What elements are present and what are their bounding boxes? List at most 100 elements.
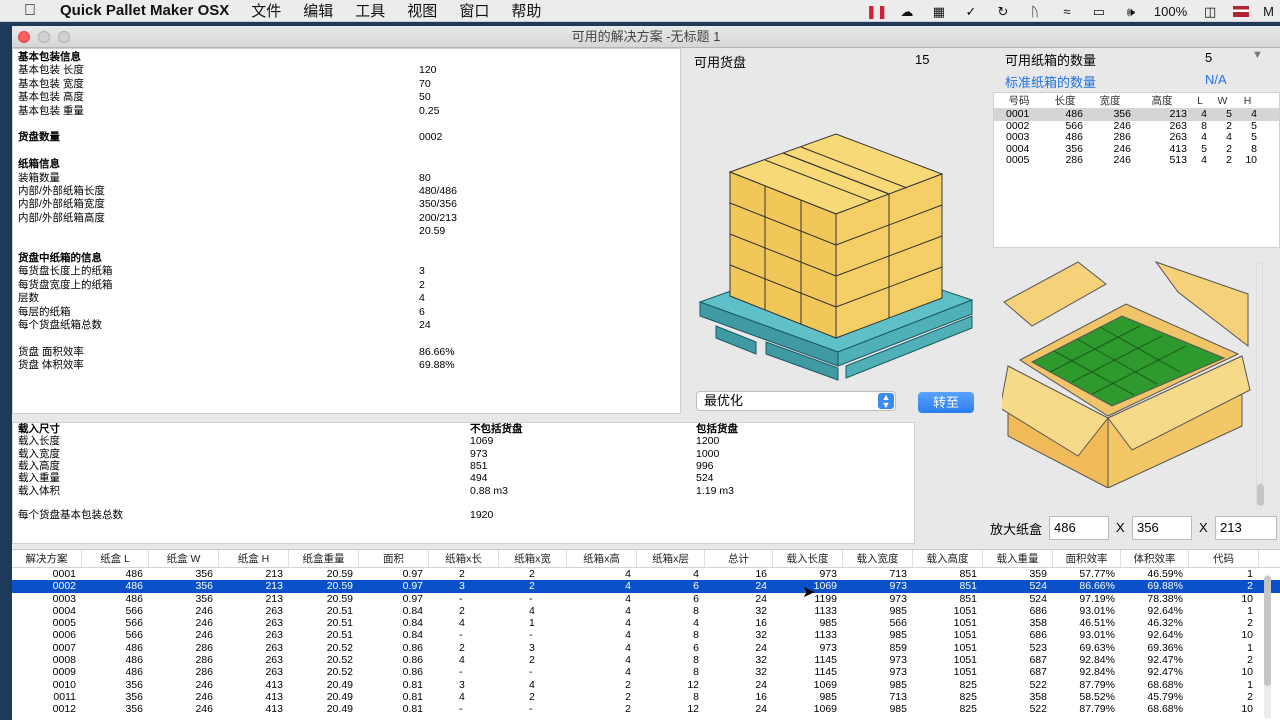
solutions-column-header[interactable]: 纸盒 W (149, 550, 219, 567)
zoom-height-input[interactable]: 213 (1215, 516, 1277, 540)
menu-app-name[interactable]: Quick Pallet Maker OSX (60, 2, 229, 19)
solutions-table-row[interactable]: 0007 486 286 263 20.52 0.86 2 3 4 6 24 973 859 1051 52… (12, 642, 1280, 654)
open-carton-view[interactable] (1002, 260, 1252, 488)
close-button[interactable] (18, 31, 30, 43)
info-row-value: 69.88% (419, 359, 455, 372)
chevron-down-icon[interactable]: ▼ (1252, 49, 1263, 61)
carton-column-header[interactable]: 高度 (1134, 93, 1190, 108)
solutions-table-cell: 523 (1029, 641, 1047, 654)
solutions-column-header[interactable]: 载入宽度 (843, 550, 913, 567)
solutions-column-header[interactable]: 纸箱x层 (637, 550, 705, 567)
menu-help[interactable]: 帮助 (511, 0, 541, 21)
solutions-table-cell: 0.81 (402, 678, 423, 691)
carton-table-row[interactable]: 0003 486 286 263 4 4 5 (994, 131, 1279, 144)
solutions-column-header[interactable]: 纸盒 H (219, 550, 289, 567)
solutions-table-row[interactable]: 0003 486 356 213 20.59 0.97- -4 6 24 1199 973 851 52… (12, 593, 1280, 605)
solutions-table-cell: 0.84 (402, 629, 423, 642)
menu-edit[interactable]: 编辑 (303, 0, 333, 21)
solutions-column-header[interactable]: 纸箱x高 (567, 550, 637, 567)
solutions-table-row[interactable]: 0004 566 246 263 20.51 0.84 2 4 4 8 32 1133 985 1051 6… (12, 605, 1280, 617)
app-window: 可用的解决方案 -无标题 1 基本包装信息 基本包装 长度 120 基本包装 宽度 70… (12, 26, 1280, 720)
solutions-column-header[interactable]: 纸盒重量 (289, 550, 359, 567)
carton-view-scrollbar[interactable] (1256, 262, 1263, 510)
solutions-column-header[interactable]: 代码 (1189, 550, 1259, 567)
load-row-label: 载入体积 (18, 484, 60, 497)
solutions-column-header[interactable]: 体积效率 (1121, 550, 1189, 567)
solutions-table-cell: 413 (265, 703, 283, 716)
goto-button[interactable]: 转至 (918, 392, 974, 413)
solutions-table-cell: 0007 (52, 641, 76, 654)
menu-view[interactable]: 视图 (407, 0, 437, 21)
airplay-icon[interactable]: ▭ (1090, 4, 1108, 19)
solutions-table-cell: 825 (959, 703, 977, 716)
solutions-column-header[interactable]: 总计 (705, 550, 773, 567)
cartons-standard-label[interactable]: 标准纸箱的数量 (1005, 72, 1096, 91)
solutions-table-cell: 985 (889, 678, 907, 691)
pallets-count: 15 (915, 52, 930, 67)
solutions-table-cell: 2 (625, 690, 631, 703)
zoom-length-input[interactable]: 486 (1049, 516, 1109, 540)
carton-table-row[interactable]: 0002 566 246 263 8 2 5 (994, 120, 1279, 133)
solutions-table-body: 0001 486 356 213 20.59 0.97 2 2 4 4 16 973 713 851 359… (12, 568, 1280, 716)
apple-icon[interactable]:  (0, 2, 60, 20)
solutions-column-header[interactable]: 面积效率 (1053, 550, 1121, 567)
menu-window[interactable]: 窗口 (459, 0, 489, 21)
load-info-panel: 载入尺寸 不包括货盘 包括货盘 载入长度 1069 1200 载入宽度 973 1000 载入高度… (12, 422, 915, 544)
carton-column-header[interactable]: 宽度 (1086, 93, 1134, 108)
check-icon[interactable]: ✓ (962, 4, 980, 19)
solutions-column-header[interactable]: 载入重量 (983, 550, 1053, 567)
solutions-table-cell: - (459, 666, 463, 679)
optimize-select[interactable]: 最优化 ▲ ▼ (696, 391, 896, 411)
menu-file[interactable]: 文件 (251, 0, 281, 21)
volume-icon[interactable]: 🕪 (1122, 4, 1140, 19)
carton-column-header[interactable]: 长度 (1044, 93, 1086, 108)
solutions-table[interactable]: 解决方案 纸盒 L 纸盒 W 纸盒 H 纸盒重量 面积 纸箱x长 纸箱x宽 纸箱x高 纸箱x层 总计… (12, 549, 1280, 720)
battery-icon[interactable]: ◫ (1201, 4, 1219, 19)
menu-tools[interactable]: 工具 (355, 0, 385, 21)
flag-icon[interactable] (1233, 5, 1250, 17)
pause-icon[interactable]: ❚❚ (866, 4, 888, 19)
solutions-table-row[interactable]: 0002 486 356 213 20.59 0.97 3 2 4 6 24 1069 973 851 52… (12, 580, 1280, 593)
carton-column-header[interactable]: 号码 (994, 93, 1044, 108)
solutions-table-row[interactable]: 0012 356 246 413 20.49 0.81 - - 2 12 24 1069 985 825 5… (12, 703, 1280, 715)
solutions-column-header[interactable]: 载入高度 (913, 550, 983, 567)
solutions-column-header[interactable]: 面积 (359, 550, 429, 567)
solutions-scroll-thumb[interactable] (1264, 576, 1271, 686)
info-row-label: 每货盘长度上的纸箱 (18, 265, 113, 278)
carton-view-scroll-thumb[interactable] (1257, 484, 1264, 506)
clock[interactable]: M (1263, 4, 1274, 19)
carton-table-row[interactable]: 0005 286 246 513 4 2 10 (994, 154, 1279, 167)
bluetooth-icon[interactable]: ᚢ (1026, 4, 1044, 19)
solutions-table-row[interactable]: 0009 486 286 263 20.52 0.86 - - 4 8 32 1145 973 1051 6… (12, 666, 1280, 678)
carton-table[interactable]: 号码 长度 宽度 高度 L W H 0001 486 356 213 4 5 4 0002 566 246 26… (993, 92, 1280, 248)
solutions-table-row[interactable]: 0011 356 246 413 20.49 0.81 4 2 2 8 16 985 713 825 358… (12, 691, 1280, 703)
pallet-3d-view[interactable] (696, 90, 976, 382)
solutions-column-header[interactable]: 解决方案 (12, 550, 82, 567)
minimize-button[interactable] (38, 31, 50, 43)
title-bar[interactable]: 可用的解决方案 -无标题 1 (12, 26, 1280, 48)
solutions-table-row[interactable]: 0001 486 356 213 20.59 0.97 2 2 4 4 16 973 713 851 359… (12, 568, 1280, 580)
wifi-icon[interactable]: ≈ (1058, 4, 1076, 19)
solutions-table-cell: 12 (687, 703, 699, 716)
zoom-width-input[interactable]: 356 (1132, 516, 1192, 540)
solutions-column-header[interactable]: 载入长度 (773, 550, 843, 567)
carton-column-header[interactable]: L (1190, 93, 1210, 108)
solutions-table-cell: 20.51 (326, 604, 353, 617)
solutions-column-header[interactable]: 纸盒 L (82, 550, 149, 567)
carton-table-row[interactable]: 0004 356 246 413 5 2 8 (994, 143, 1279, 156)
zoom-button[interactable] (58, 31, 70, 43)
solutions-column-header[interactable]: 纸箱x长 (429, 550, 499, 567)
carton-table-row[interactable]: 0001 486 356 213 4 5 4 (994, 108, 1279, 121)
solutions-table-row[interactable]: 0008 486 286 263 20.52 0.86 4 2 4 8 32 1145 973 1051 6… (12, 654, 1280, 666)
carton-column-header[interactable]: W (1210, 93, 1235, 108)
solutions-table-row[interactable]: 0006 566 246 263 20.51 0.84 - - 4 8 32 1133 985 1051 6… (12, 629, 1280, 641)
cloud-icon[interactable]: ☁ (898, 4, 916, 19)
solutions-table-row[interactable]: 0005 566 246 263 20.51 0.84 4 1 4 4 16 985 566 1051 35… (12, 617, 1280, 629)
carton-table-cell: 5 (1251, 131, 1257, 143)
solutions-table-cell: 286 (195, 641, 213, 654)
solutions-table-row[interactable]: 0010 356 246 413 20.49 0.81 3 4 2 12 24 1069 985 825 5… (12, 679, 1280, 691)
clapper-icon[interactable]: ▦ (930, 4, 948, 19)
solutions-column-header[interactable]: 纸箱x宽 (499, 550, 567, 567)
time-machine-icon[interactable]: ↻ (994, 4, 1012, 19)
carton-column-header[interactable]: H (1235, 93, 1260, 108)
